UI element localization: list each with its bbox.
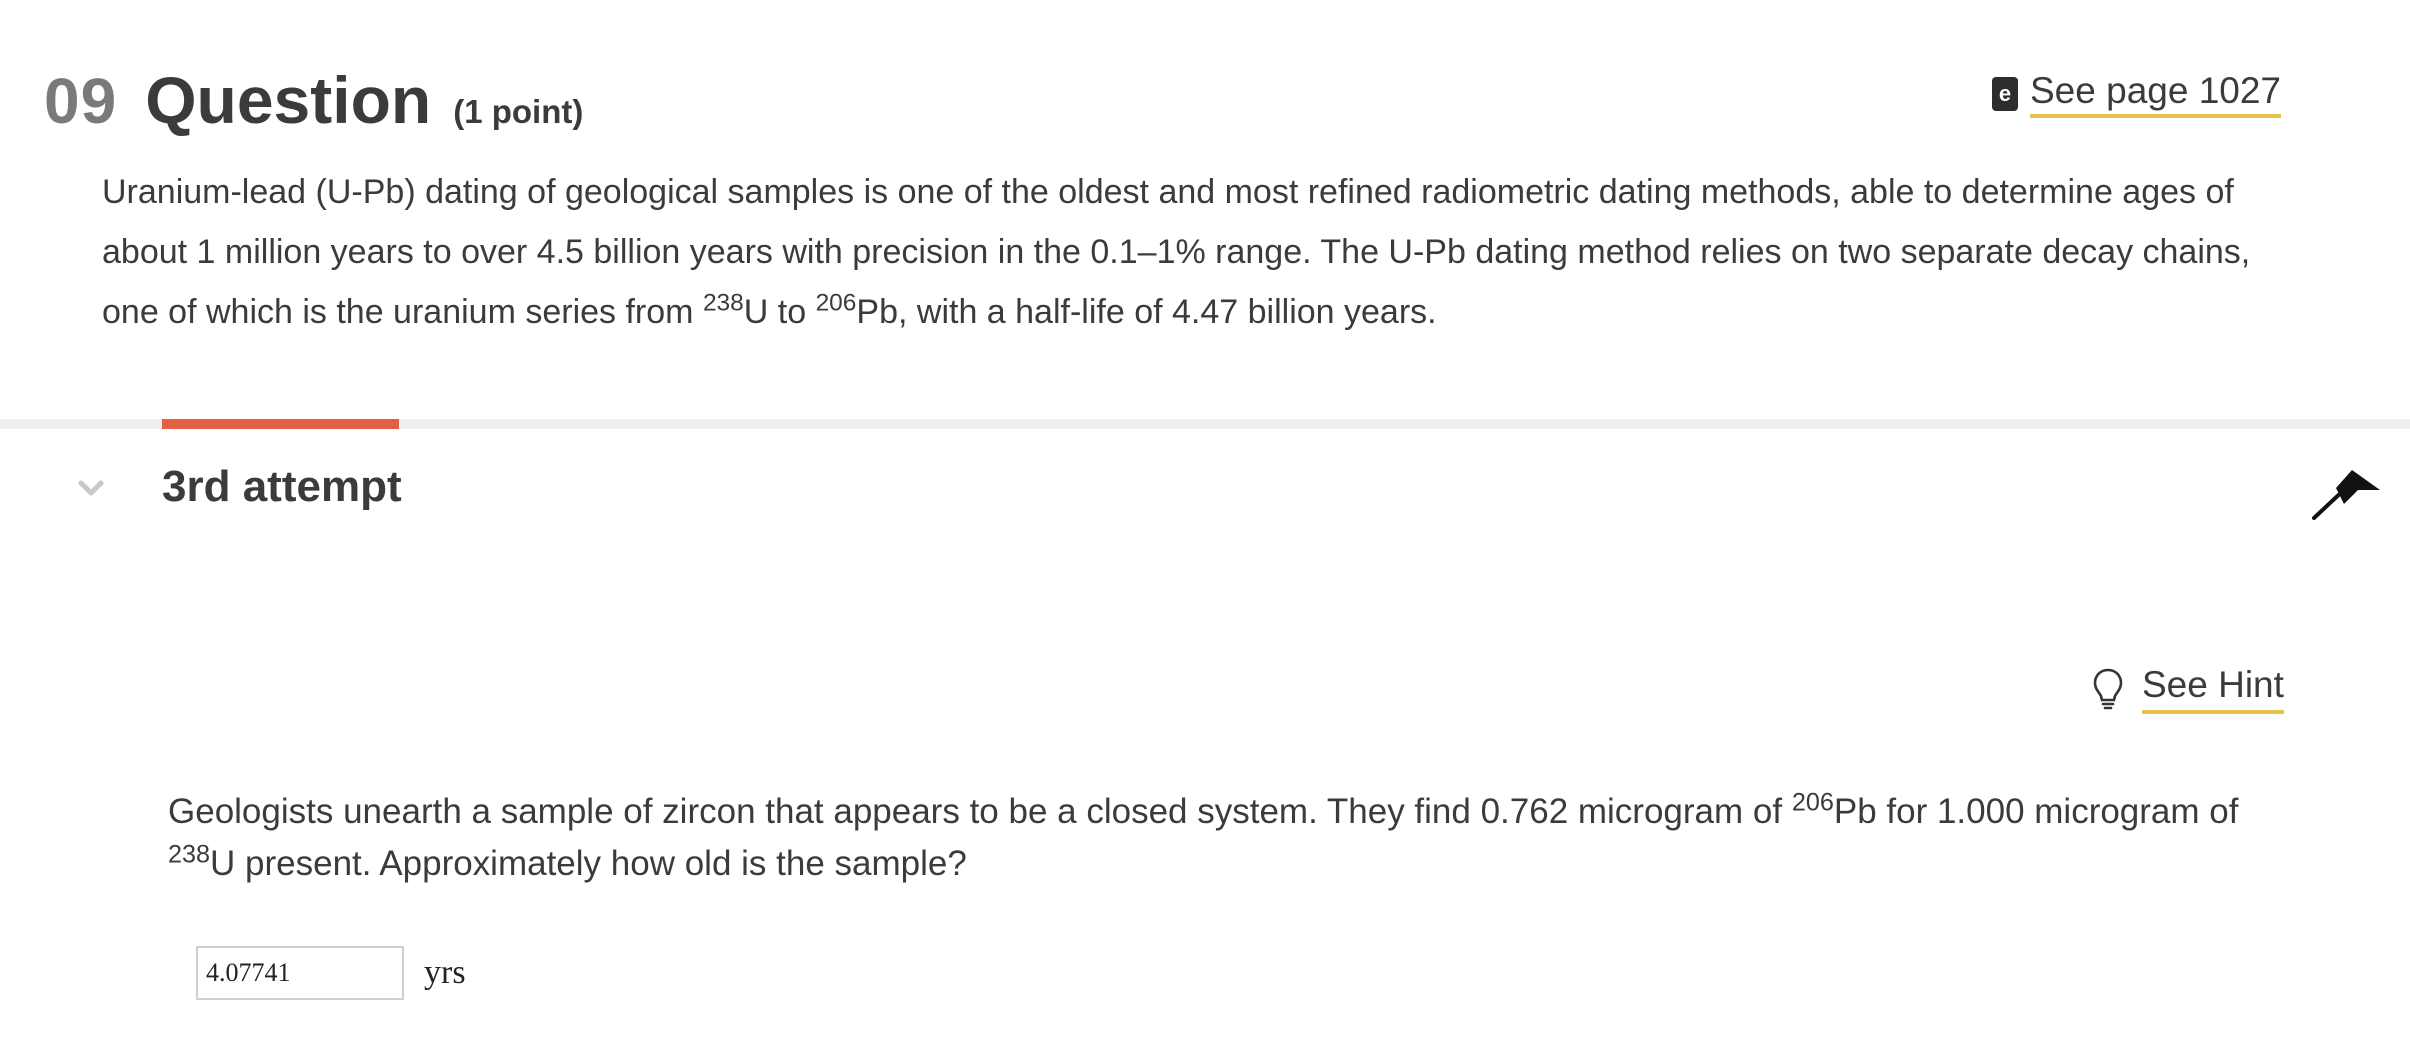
answer-input[interactable] xyxy=(196,946,404,1000)
see-hint-link[interactable]: See Hint xyxy=(2092,664,2284,714)
attempt-title: 3rd attempt xyxy=(162,462,402,511)
intro-superscript-1: 238 xyxy=(702,289,744,317)
prompt-superscript-2: 238 xyxy=(168,840,211,869)
question-prompt: Geologists unearth a sample of zircon th… xyxy=(168,786,2328,890)
intro-text-2: U to xyxy=(743,293,816,331)
question-points: (1 point) xyxy=(453,93,584,130)
intro-text-3: Pb, with a half-life of 4.47 billion yea… xyxy=(856,293,1437,331)
intro-superscript-2: 206 xyxy=(815,289,857,317)
question-title: Question xyxy=(145,63,432,137)
prompt-superscript-1: 206 xyxy=(1791,788,1834,817)
flag-icon[interactable] xyxy=(2310,468,2382,522)
ebook-icon: e xyxy=(1992,77,2018,111)
question-header: 09 Question (1 point) xyxy=(44,62,583,138)
question-page: 09 Question (1 point) e See page 1027 Ur… xyxy=(0,0,2410,1046)
question-number: 09 xyxy=(44,65,118,137)
prompt-text-1: Geologists unearth a sample of zircon th… xyxy=(168,792,1792,831)
answer-row: yrs xyxy=(196,946,466,1000)
lightbulb-icon xyxy=(2093,668,2123,710)
see-hint-label: See Hint xyxy=(2142,664,2284,714)
answer-unit: yrs xyxy=(424,954,466,991)
attempt-tab-accent xyxy=(162,419,399,429)
see-page-label: See page 1027 xyxy=(2030,70,2282,118)
prompt-text-2: Pb for 1.000 microgram of xyxy=(1833,792,2239,831)
see-page-link[interactable]: e See page 1027 xyxy=(1992,70,2282,118)
chevron-down-icon[interactable] xyxy=(78,475,104,501)
question-intro-text: Uranium-lead (U-Pb) dating of geological… xyxy=(102,162,2302,342)
prompt-text-3: U present. Approximately how old is the … xyxy=(210,844,967,883)
